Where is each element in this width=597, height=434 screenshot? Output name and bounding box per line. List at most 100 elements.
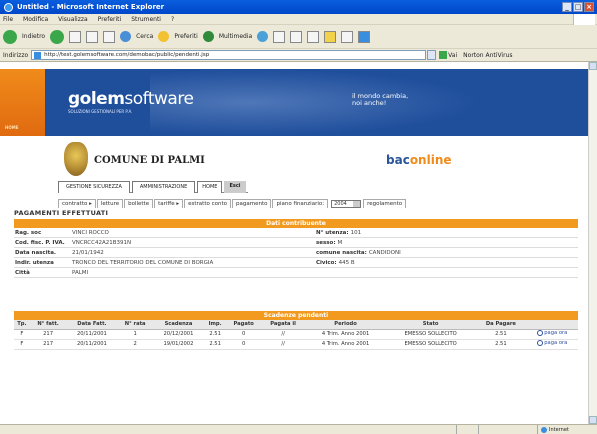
column-header: N° rata [117, 320, 153, 330]
media-icon[interactable] [202, 31, 214, 42]
address-url: http://test.golemsoftware.com/demobac/pu… [44, 52, 210, 58]
subtab-pagamento[interactable]: pagamento [232, 199, 272, 208]
banner-home-block[interactable]: HOME [0, 69, 45, 136]
column-header: Da Pagare [475, 320, 527, 330]
print-icon[interactable] [290, 30, 303, 43]
table-cell: paga ora [526, 339, 578, 350]
folder-icon[interactable] [324, 30, 337, 43]
info-value: VNCRCC42A21B391N [72, 239, 132, 246]
info-row: Cod. fisc. P. IVA. VNCRCC42A21B391N sess… [14, 238, 578, 248]
column-header: Pagata il [261, 320, 306, 330]
tab-esci[interactable]: Esci [224, 181, 246, 193]
address-label: Indirizzo [3, 51, 29, 59]
favorites-button-label[interactable]: Preferiti [174, 33, 198, 40]
scadenze-pendenti-section: Scadenze pendenti Tp. N° fatt. Data Fatt… [14, 311, 578, 350]
menu-strumenti[interactable]: Strumenti [131, 16, 161, 23]
address-input[interactable]: http://test.golemsoftware.com/demobac/pu… [31, 50, 427, 60]
column-header: N° fatt. [29, 320, 67, 330]
subtab-bollette[interactable]: bollette [124, 199, 154, 208]
subtab-letture[interactable]: letture [96, 199, 124, 208]
minimize-button[interactable]: _ [562, 2, 572, 12]
subtab-regolamento[interactable]: regolamento [363, 199, 407, 208]
subtab-contratto[interactable]: contratto ▸ [58, 199, 96, 208]
history-icon[interactable] [257, 31, 269, 42]
banner-decoration [150, 69, 480, 136]
table-cell: // [261, 339, 306, 350]
table-cell: 20/11/2001 [66, 339, 118, 350]
address-bar: Indirizzo http://test.golemsoftware.com/… [0, 49, 597, 62]
go-button[interactable]: Vai [439, 50, 457, 60]
vertical-scrollbar[interactable] [588, 62, 597, 424]
mail-icon[interactable] [273, 30, 286, 43]
address-dropdown-button[interactable] [427, 50, 437, 60]
table-row: F 217 20/11/2001 2 19/01/2002 2.51 0 // … [14, 339, 578, 350]
info-label: Cod. fisc. P. IVA. [15, 239, 65, 246]
sub-menu-tabs: contratto ▸ letture bollette tariffe ▸ e… [58, 199, 407, 208]
close-button[interactable]: × [584, 2, 594, 12]
discuss-icon[interactable] [341, 30, 354, 43]
table-cell: 2.51 [203, 329, 227, 340]
pay-arrow-icon [537, 330, 544, 336]
piano-finanziario-select[interactable]: 2004 [331, 199, 362, 208]
refresh-icon[interactable] [86, 30, 99, 43]
info-label-2: Civico: [316, 259, 337, 266]
info-value-2: M [337, 239, 343, 246]
search-icon[interactable] [120, 31, 132, 42]
scroll-up-button[interactable] [589, 62, 597, 70]
info-value-2: CANDIDONI [368, 249, 401, 256]
brand-bold: golem [68, 89, 125, 109]
table-cell: 4 Trim. Anno 2001 [305, 329, 387, 340]
maximize-button[interactable]: □ [573, 2, 583, 12]
status-bar: Internet [0, 424, 597, 434]
back-button-label[interactable]: Indietro [22, 33, 45, 40]
messenger-icon[interactable] [358, 30, 371, 43]
stop-icon[interactable] [69, 30, 82, 43]
norton-antivirus-button[interactable]: Norton AntiVirus [463, 52, 512, 59]
tab-home[interactable]: HOME [197, 181, 223, 193]
info-value-2: 445 B [338, 259, 355, 266]
scadenze-table: Tp. N° fatt. Data Fatt. N° rata Scadenza… [14, 320, 578, 350]
edit-icon[interactable] [307, 30, 320, 43]
info-label-2: sesso: [316, 239, 336, 246]
paga-ora-button[interactable]: paga ora [537, 330, 567, 336]
subtab-estratto-conto[interactable]: estratto conto [184, 199, 231, 208]
info-label: Rag. soc [15, 229, 42, 236]
menu-file[interactable]: File [3, 16, 13, 23]
section-title: Scadenze pendenti [14, 311, 578, 320]
menu-visualizza[interactable]: Visualizza [58, 16, 88, 23]
dati-contribuente-section: Dati contribuente Rag. soc VINCI ROCCO N… [14, 219, 578, 278]
search-button-label[interactable]: Cerca [136, 33, 153, 40]
back-arrow-icon[interactable] [3, 29, 17, 44]
table-cell: 217 [29, 329, 67, 340]
tab-amministrazione[interactable]: AMMINISTRAZIONE [131, 181, 196, 193]
ie-icon [4, 2, 13, 12]
comune-header: COMUNE DI PALMI baconline [0, 142, 588, 184]
tab-gestione-sicurezza[interactable]: GESTIONE SICUREZZA [58, 181, 130, 193]
table-cell: // [261, 329, 306, 340]
info-value: VINCI ROCCO [72, 229, 109, 236]
paga-ora-button[interactable]: paga ora [537, 340, 567, 346]
forward-arrow-icon[interactable] [50, 29, 65, 44]
pay-arrow-icon [537, 340, 544, 346]
menu-help[interactable]: ? [171, 16, 174, 23]
table-cell: 2.51 [203, 339, 227, 350]
home-icon[interactable] [103, 30, 116, 43]
info-row: Rag. soc VINCI ROCCO N° utenza: 101 [14, 228, 578, 238]
scroll-down-button[interactable] [589, 416, 597, 424]
menu-modifica[interactable]: Modifica [23, 16, 48, 23]
subtab-tariffe[interactable]: tariffe ▸ [154, 199, 184, 208]
media-button-label[interactable]: Multimedia [219, 33, 252, 40]
status-pane [456, 425, 478, 434]
subtab-tariffe-label: tariffe [158, 201, 175, 207]
table-cell: 2.51 [475, 339, 527, 350]
table-cell: paga ora [526, 329, 578, 340]
info-label: Data nascita. [15, 249, 57, 256]
favorites-star-icon[interactable] [158, 31, 170, 42]
column-header: Data Fatt. [66, 320, 118, 330]
brand-light: software [124, 89, 194, 109]
online-label: online [409, 153, 452, 167]
chevron-down-icon [353, 200, 361, 207]
info-label-2: comune nascita: [316, 249, 367, 256]
column-header: Imp. [203, 320, 227, 330]
menu-preferiti[interactable]: Preferiti [98, 16, 122, 23]
